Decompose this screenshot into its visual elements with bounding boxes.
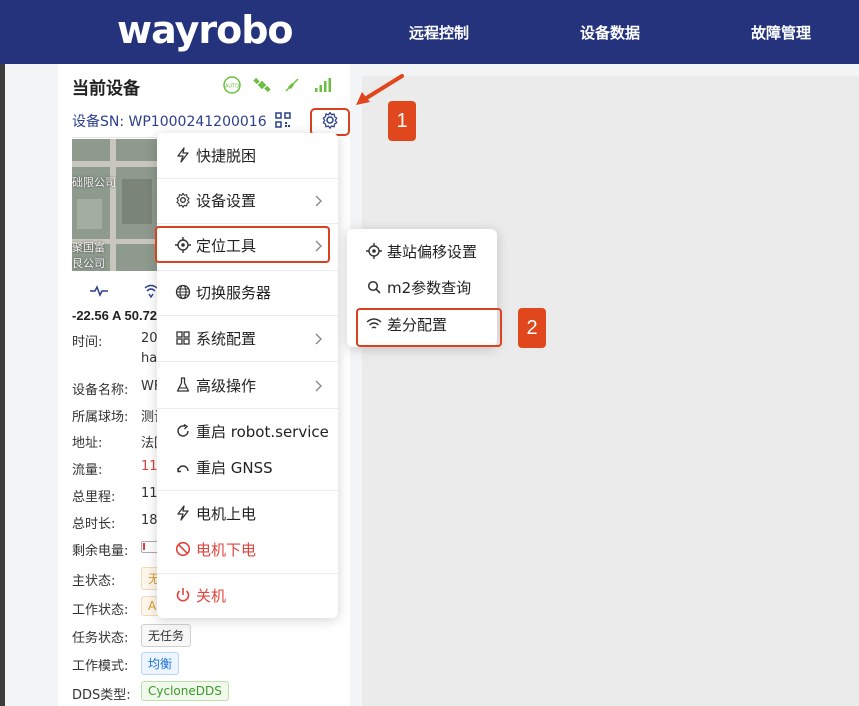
- power-icon: [174, 586, 192, 604]
- globe-icon: [174, 283, 192, 301]
- menu-system-config[interactable]: 系统配置: [157, 321, 338, 355]
- refresh-icon: [174, 458, 192, 476]
- info-label-mileage: 总里程:: [72, 490, 116, 505]
- device-sn: 设备SN: WP1000241200016: [72, 114, 267, 130]
- info-label-battery: 剩余电量:: [72, 544, 129, 559]
- menu-divider: [157, 270, 338, 271]
- gear-icon: [321, 111, 339, 134]
- info-label-device-name: 设备名称:: [72, 383, 129, 398]
- top-nav-bar: wayrobo 远程控制 设备数据 故障管理: [0, 0, 859, 64]
- menu-item-label: 重启 robot.service: [196, 422, 329, 441]
- bolt-icon: [174, 146, 192, 164]
- dds-type-badge: CycloneDDS: [141, 681, 229, 701]
- chart-icons: [90, 284, 158, 303]
- auto-mode-icon: AUTO: [222, 75, 242, 95]
- menu-shutdown[interactable]: 关机: [157, 578, 338, 612]
- menu-divider: [157, 490, 338, 491]
- pulse-icon[interactable]: [90, 284, 108, 303]
- menu-item-label: 重启 GNSS: [196, 458, 273, 477]
- task-status-badge: 无任务: [141, 624, 192, 647]
- info-label-task-status: 任务状态:: [72, 631, 129, 646]
- info-label-main-status: 主状态:: [72, 574, 116, 589]
- menu-advanced-ops[interactable]: 高级操作: [157, 368, 338, 402]
- flask-icon: [174, 376, 192, 394]
- gear-icon: [174, 191, 192, 209]
- menu-item-label: 切换服务器: [196, 283, 272, 302]
- menu-item-label: 电机上电: [196, 504, 257, 523]
- work-mode-badge: 均衡: [141, 652, 180, 675]
- menu-switch-server[interactable]: 切换服务器: [157, 275, 338, 309]
- main-content-area: [362, 76, 859, 706]
- menu-item-label: 设备设置: [196, 191, 257, 210]
- wifi-small-icon[interactable]: [144, 284, 158, 303]
- signal-off-icon: [282, 75, 302, 95]
- refresh-icon: [174, 422, 192, 440]
- menu-restart-gnss[interactable]: 重启 GNSS: [157, 450, 338, 484]
- menu-motor-power-off[interactable]: 电机下电: [157, 532, 338, 566]
- positioning-tools-highlight: [155, 226, 330, 263]
- info-label-work-status: 工作状态:: [72, 603, 129, 618]
- signal-bars-icon: [312, 75, 332, 95]
- map-label: 础限公司: [72, 176, 116, 189]
- ban-icon: [174, 540, 192, 558]
- menu-device-settings[interactable]: 设备设置: [157, 183, 338, 217]
- logo: wayrobo: [117, 8, 294, 52]
- menu-divider: [157, 408, 338, 409]
- menu-item-label: 快捷脱困: [196, 146, 257, 165]
- menu-motor-power-on[interactable]: 电机上电: [157, 496, 338, 530]
- menu-divider: [157, 573, 338, 574]
- nav-fault-management[interactable]: 故障管理: [751, 22, 811, 43]
- map-label: 艮公司: [72, 257, 105, 270]
- settings-gear-button[interactable]: [310, 108, 350, 136]
- menu-item-label: 系统配置: [196, 329, 257, 348]
- info-label-address: 地址:: [72, 436, 103, 451]
- satellite-icon: [252, 75, 272, 95]
- menu-quick-escape[interactable]: 快捷脱困: [157, 138, 338, 172]
- step-badge-1: 1: [388, 101, 416, 141]
- grid-icon: [174, 329, 192, 347]
- menu-item-label: 电机下电: [196, 540, 257, 559]
- info-label-course: 所属球场:: [72, 410, 129, 425]
- info-label-traffic: 流量:: [72, 463, 103, 478]
- menu-divider: [157, 223, 338, 224]
- submenu-m2-query[interactable]: m2参数查询: [347, 272, 497, 302]
- device-status-icons: AUTO: [222, 75, 332, 95]
- menu-restart-robot-service[interactable]: 重启 robot.service: [157, 414, 338, 448]
- device-actions-menu: 快捷脱困 设备设置 定位工具 切换服务器 系统配置 高级操作 重启 robot.…: [155, 133, 338, 618]
- info-label-time: 时间:: [72, 335, 103, 350]
- svg-text:AUTO: AUTO: [225, 84, 239, 90]
- map-label: 聚国富: [72, 241, 105, 254]
- step-badge-2: 2: [518, 308, 546, 348]
- nav-remote-control[interactable]: 远程控制: [409, 22, 469, 43]
- positioning-tools-submenu: 基站偏移设置 m2参数查询 差分配置: [347, 229, 502, 347]
- qr-code-icon[interactable]: [275, 112, 291, 128]
- menu-divider: [157, 178, 338, 179]
- menu-item-label: 高级操作: [196, 376, 257, 395]
- chevron-right-icon: [314, 193, 322, 211]
- device-map-thumbnail[interactable]: 础限公司 聚国富 艮公司: [72, 139, 158, 271]
- info-label-work-mode: 工作模式:: [72, 659, 129, 674]
- locate-icon: [365, 242, 383, 260]
- current-reading: -22.56 A 50.72: [72, 308, 158, 323]
- differential-config-highlight: [356, 308, 502, 347]
- menu-divider: [157, 315, 338, 316]
- nav-device-data[interactable]: 设备数据: [580, 22, 640, 43]
- current-device-title: 当前设备: [72, 79, 140, 99]
- submenu-item-label: 基站偏移设置: [387, 242, 478, 261]
- info-label-duration: 总时长:: [72, 517, 116, 532]
- chevron-right-icon: [314, 331, 322, 349]
- chevron-right-icon: [314, 378, 322, 396]
- submenu-base-offset[interactable]: 基站偏移设置: [347, 236, 497, 266]
- search-icon: [365, 278, 383, 296]
- bolt-icon: [174, 504, 192, 522]
- menu-divider: [157, 361, 338, 362]
- submenu-item-label: m2参数查询: [387, 278, 472, 297]
- info-label-dds-type: DDS类型:: [72, 688, 131, 703]
- menu-item-label: 关机: [196, 586, 227, 605]
